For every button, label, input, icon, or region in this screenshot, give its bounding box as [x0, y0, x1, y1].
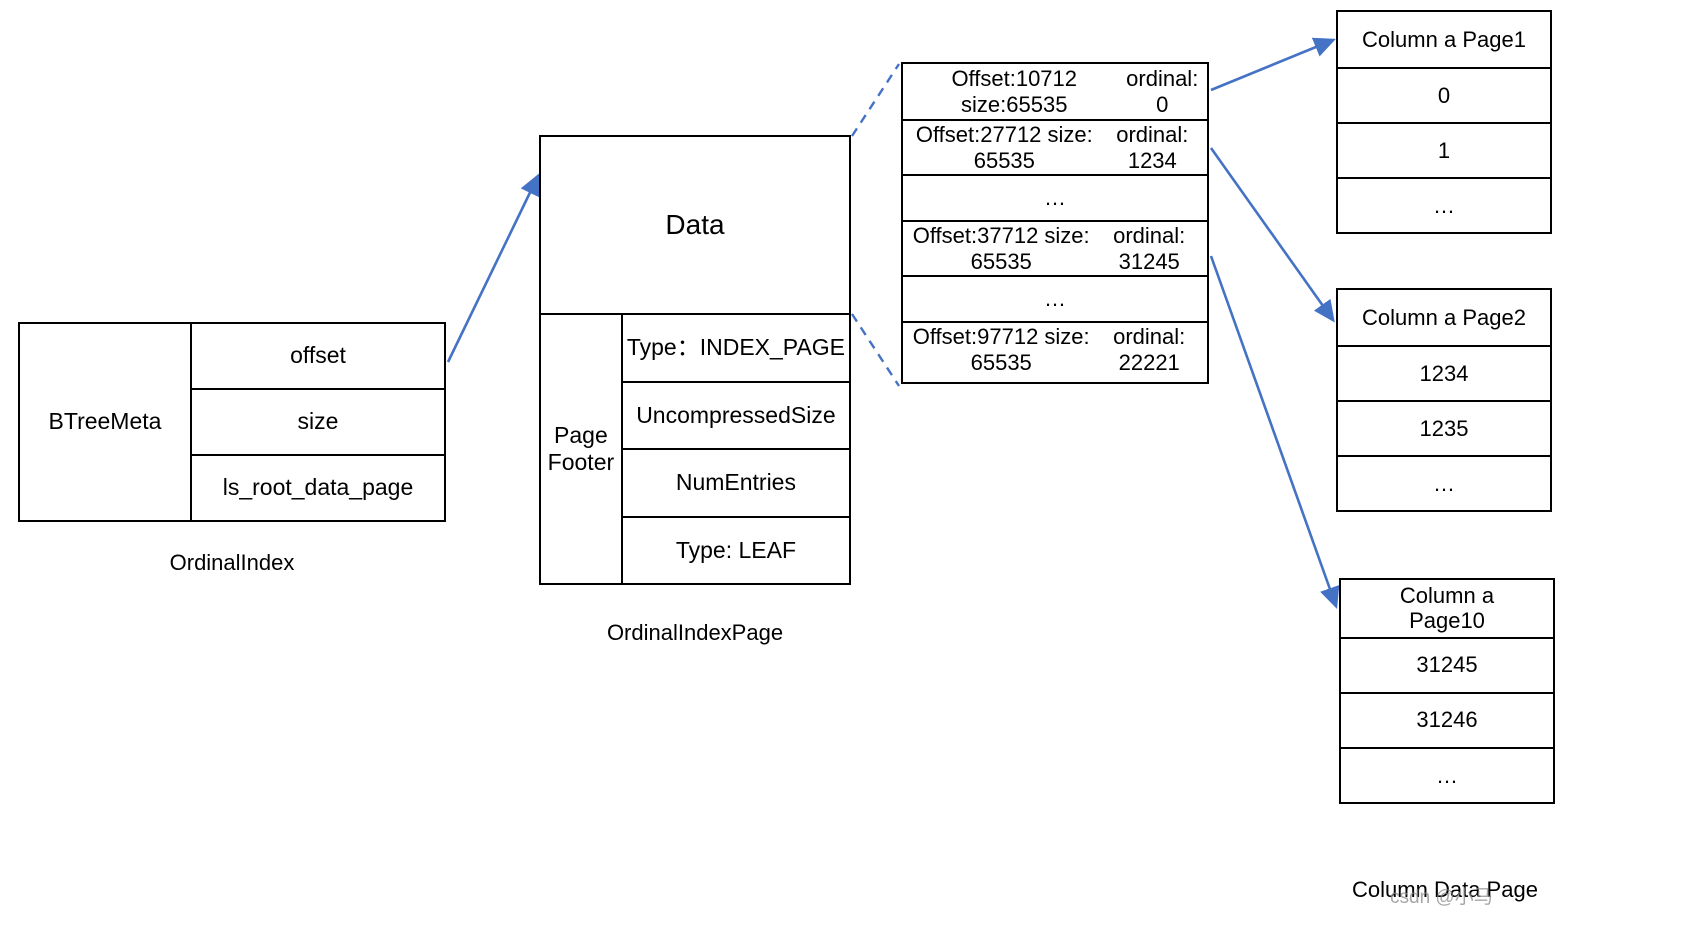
index-entry-row: Offset:27712 size: 65535 ordinal: 1234: [903, 119, 1207, 174]
arrow-entry1-to-colpage1: [1210, 37, 1336, 92]
column-page-10-header-line1: Column a: [1399, 582, 1495, 608]
column-page-2-header: Column a Page2: [1362, 304, 1526, 330]
column-page-1-row: 1: [1338, 121, 1550, 177]
column-page-2-row: 1235: [1338, 399, 1550, 455]
ordinalindexpage-caption: OrdinalIndexPage: [606, 620, 784, 645]
diagram-canvas: BTreeMeta offset size ls_root_data_page …: [0, 0, 1684, 926]
column-page-2-row: 1234: [1338, 344, 1550, 400]
column-page-2-box: Column a Page2 1234 1235 …: [1336, 288, 1552, 512]
btreemeta-label: BTreeMeta: [20, 324, 192, 520]
page-footer-label: Page Footer: [541, 315, 623, 583]
btreemeta-box: BTreeMeta offset size ls_root_data_page: [18, 322, 446, 522]
index-entry-ellipsis: …: [903, 275, 1207, 321]
page-footer-wrap: Page Footer Type： INDEX_PAGE Uncompressed…: [541, 315, 849, 583]
column-page-10-header-line2: Page10: [1409, 608, 1485, 634]
btreemeta-field-offset: offset: [290, 342, 346, 369]
btreemeta-fields: offset size ls_root_data_page: [192, 324, 444, 520]
page-footer-fields: Type： INDEX_PAGE Uncompressed Size NumEntr…: [622, 315, 849, 584]
column-page-10-row: 31245: [1341, 636, 1553, 692]
dashed-connector-top: [850, 63, 901, 137]
column-page-1-row: 0: [1338, 66, 1550, 122]
page-footer-label-line1: Page: [554, 422, 608, 448]
column-page-2-row-ellipsis: …: [1338, 455, 1550, 510]
column-page-10-row: 31246: [1341, 691, 1553, 747]
index-entry-row: Offset:37712 size: 65535 ordinal: 31245: [903, 220, 1207, 275]
arrow-entry2-to-colpage2: [1209, 147, 1335, 323]
index-entries-box: Offset:10712 size:65535 ordinal: 0 Offset…: [901, 62, 1209, 384]
footer-field-type-index-page: Type： INDEX_PAGE: [626, 334, 845, 361]
ordinalindex-caption: OrdinalIndex: [169, 550, 295, 575]
column-page-1-row-ellipsis: …: [1338, 177, 1550, 232]
dashed-connector-bottom: [850, 313, 901, 387]
arrow-entry4-to-colpage10: [1209, 255, 1340, 609]
page-footer-label-line2: Footer: [547, 449, 615, 475]
btreemeta-field-ls-root-data-page: ls_root_data_page: [192, 454, 444, 520]
watermark: csdn @小马: [1390, 887, 1493, 908]
index-entry-row: Offset:10712 size:65535 ordinal: 0: [951, 65, 1199, 117]
ordinalindexpage-box: Data Page Footer Type： INDEX_PAGE Uncompr…: [539, 135, 851, 585]
btreemeta-field-size: size: [192, 388, 444, 454]
arrow-btreemeta-to-ordinalindexpage: [446, 173, 540, 363]
ordinalindexpage-data-section: Data: [541, 137, 849, 315]
column-page-1-header: Column a Page1: [1362, 26, 1526, 52]
footer-field-uncompressed-size: Uncompressed Size: [622, 380, 849, 449]
index-entry-ellipsis: …: [903, 174, 1207, 220]
column-page-10-row-ellipsis: …: [1341, 746, 1553, 802]
footer-field-type-leaf: Type: LEAF: [622, 515, 849, 584]
footer-field-numentries: NumEntries: [622, 448, 849, 516]
column-page-1-box: Column a Page1 0 1 …: [1336, 10, 1552, 234]
column-page-10-header: Column a Page10: [1341, 580, 1553, 637]
column-page-10-box: Column a Page10 31245 31246 …: [1339, 578, 1555, 804]
index-entry-row: Offset:97712 size: 65535 ordinal: 22221: [903, 321, 1207, 376]
